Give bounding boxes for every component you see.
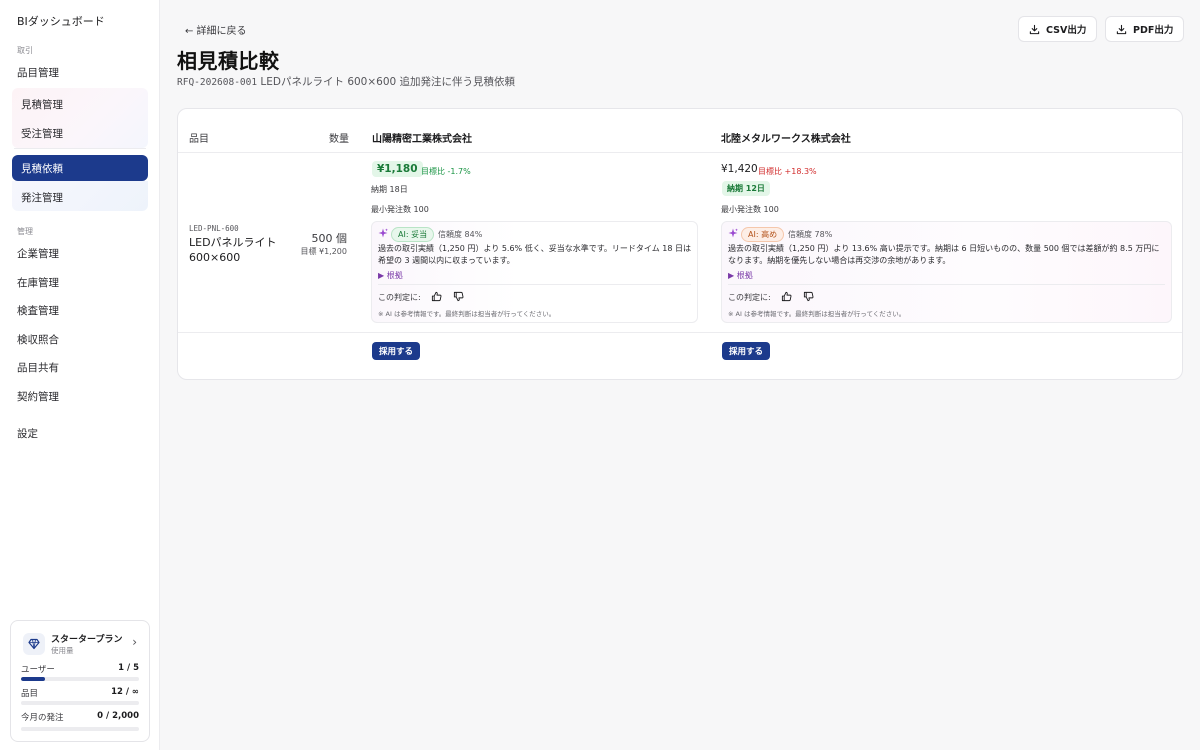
ai-confidence: 信頼度 78%	[788, 230, 833, 239]
section-label-admin: 管理	[17, 227, 33, 236]
ai-explanation: 過去の取引実績（1,250 円）より 13.6% 高い提示です。納期は 6 日短…	[728, 244, 1160, 265]
sidebar-item-company[interactable]: 企業管理	[17, 246, 59, 261]
plan-row-value: 12 / ∞	[111, 687, 139, 697]
quote-a-ai-assessment: AI: 妥当 信頼度 84% 過去の取引実績（1,250 円）より 5.6% 低…	[371, 221, 698, 323]
quote-b-target-ratio: 目標比 +18.3%	[758, 167, 817, 176]
column-header-item: 品目	[189, 134, 209, 145]
plan-progress-users	[21, 677, 139, 681]
sidebar-item-receipt-matching[interactable]: 検収照合	[17, 332, 59, 347]
plan-row-items: 品目 12 / ∞	[21, 687, 139, 699]
plan-progress-orders	[21, 727, 139, 731]
quote-b-ai-assessment: AI: 高め 信頼度 78% 過去の取引実績（1,250 円）より 13.6% …	[721, 221, 1172, 323]
sidebar: BIダッシュボード 取引 品目管理 見積管理 受注管理 見積依頼 発注管理 管理…	[0, 0, 160, 750]
ai-feedback-label: この判定に:	[728, 293, 771, 302]
csv-export-label: CSV出力	[1046, 25, 1087, 36]
sidebar-item-item-master[interactable]: 品目管理	[17, 65, 59, 80]
ai-divider	[728, 284, 1165, 285]
pdf-export-label: PDF出力	[1133, 25, 1174, 36]
page-title: 相見積比較	[177, 49, 280, 73]
plan-name: スタータープラン	[51, 635, 123, 645]
page-subtitle: RFQ-202608-001 LEDパネルライト 600×600 追加発注に伴う…	[177, 74, 515, 89]
plan-progress-fill	[21, 677, 45, 681]
sidebar-item-quote-management[interactable]: 見積管理	[21, 97, 63, 112]
plan-usage-label: 使用量	[51, 646, 74, 655]
quote-b-price: ¥1,420	[721, 163, 758, 175]
thumbs-up-icon[interactable]	[781, 291, 792, 302]
sidebar-item-purchase-management[interactable]: 発注管理	[21, 190, 63, 205]
column-header-supplier-a: 山陽精密工業株式会社	[372, 134, 472, 145]
plan-progress-items	[21, 701, 139, 705]
download-icon	[1116, 24, 1127, 34]
sidebar-item-contracts[interactable]: 契約管理	[17, 389, 59, 404]
section-label-trade: 取引	[17, 46, 33, 55]
ai-basis-toggle[interactable]: ▶ 根拠	[728, 270, 753, 281]
item-name: LEDパネルライト 600×600	[189, 235, 289, 265]
item-code: LED-PNL-600	[189, 224, 239, 233]
sidebar-item-rfq[interactable]: 見積依頼	[12, 155, 148, 181]
plan-row-value: 1 / 5	[118, 663, 139, 673]
table-header-divider	[178, 152, 1182, 153]
thumbs-up-icon[interactable]	[431, 291, 442, 302]
quote-b-lead-time: 納期 12日	[722, 181, 770, 196]
ai-verdict-badge: AI: 高め	[741, 227, 785, 242]
sidebar-item-inspection[interactable]: 検査管理	[17, 303, 59, 318]
ai-disclaimer: ※ AI は参考情報です。最終判断は担当者が行ってください。	[728, 310, 906, 318]
plan-row-label: ユーザー	[21, 665, 55, 675]
plan-card[interactable]: スタータープラン 使用量 › ユーザー 1 / 5 品目 12 / ∞ 今月の発…	[10, 620, 150, 742]
adopt-quote-a-button[interactable]: 採用する	[372, 342, 421, 360]
plan-row-label: 品目	[21, 689, 39, 699]
item-name-line-1: LEDパネルライト	[189, 236, 277, 249]
csv-export-button[interactable]: CSV出力	[1018, 16, 1098, 42]
adopt-quote-b-button[interactable]: 採用する	[722, 342, 771, 360]
sparkle-icon	[728, 228, 738, 238]
thumbs-down-icon[interactable]	[453, 291, 464, 302]
thumbs-down-icon[interactable]	[803, 291, 814, 302]
sparkle-icon	[378, 228, 388, 238]
column-header-quantity: 数量	[329, 134, 349, 145]
back-link[interactable]: ← 詳細に戻る	[185, 22, 247, 37]
quote-a-moq: 最小発注数 100	[371, 205, 429, 214]
rfq-code: RFQ-202608-001	[177, 77, 258, 88]
comparison-table: 品目 数量 山陽精密工業株式会社 北陸メタルワークス株式会社 LED-PNL-6…	[177, 108, 1183, 380]
ai-basis-toggle[interactable]: ▶ 根拠	[378, 270, 403, 281]
app-title[interactable]: BIダッシュボード	[17, 13, 105, 29]
ai-explanation: 過去の取引実績（1,250 円）より 5.6% 低く、妥当な水準です。リードタイ…	[378, 244, 691, 265]
ai-confidence: 信頼度 84%	[438, 230, 483, 239]
quote-a-lead-time: 納期 18日	[371, 185, 408, 194]
ai-divider	[378, 284, 691, 285]
plan-row-orders: 今月の発注 0 / 2,000	[21, 711, 139, 723]
sidebar-item-settings[interactable]: 設定	[17, 426, 38, 441]
quote-a-price: ¥1,180	[372, 161, 423, 177]
target-price: 目標 ¥1,200	[300, 247, 347, 256]
plan-row-value: 0 / 2,000	[97, 711, 139, 721]
quote-b-moq: 最小発注数 100	[721, 205, 779, 214]
plan-row-label: 今月の発注	[21, 713, 64, 723]
ai-disclaimer: ※ AI は参考情報です。最終判断は担当者が行ってください。	[378, 310, 556, 318]
sidebar-item-order-management[interactable]: 受注管理	[21, 126, 63, 141]
pdf-export-button[interactable]: PDF出力	[1105, 16, 1185, 42]
sidebar-item-inventory[interactable]: 在庫管理	[17, 275, 59, 290]
table-row-divider	[178, 332, 1182, 333]
quote-a-target-ratio: 目標比 -1.7%	[421, 167, 471, 176]
download-icon	[1029, 24, 1040, 34]
sidebar-divider	[14, 148, 146, 149]
ai-verdict-badge: AI: 妥当	[391, 227, 435, 242]
quantity-value: 500 個	[311, 232, 348, 245]
item-name-line-2: 600×600	[189, 251, 241, 264]
ai-feedback-label: この判定に:	[378, 293, 421, 302]
sidebar-item-item-sharing[interactable]: 品目共有	[17, 360, 59, 375]
chevron-right-icon: ›	[132, 635, 137, 649]
diamond-icon	[23, 633, 45, 655]
column-header-supplier-b: 北陸メタルワークス株式会社	[721, 134, 851, 145]
rfq-subject: LEDパネルライト 600×600 追加発注に伴う見積依頼	[257, 76, 516, 88]
plan-row-users: ユーザー 1 / 5	[21, 663, 139, 675]
